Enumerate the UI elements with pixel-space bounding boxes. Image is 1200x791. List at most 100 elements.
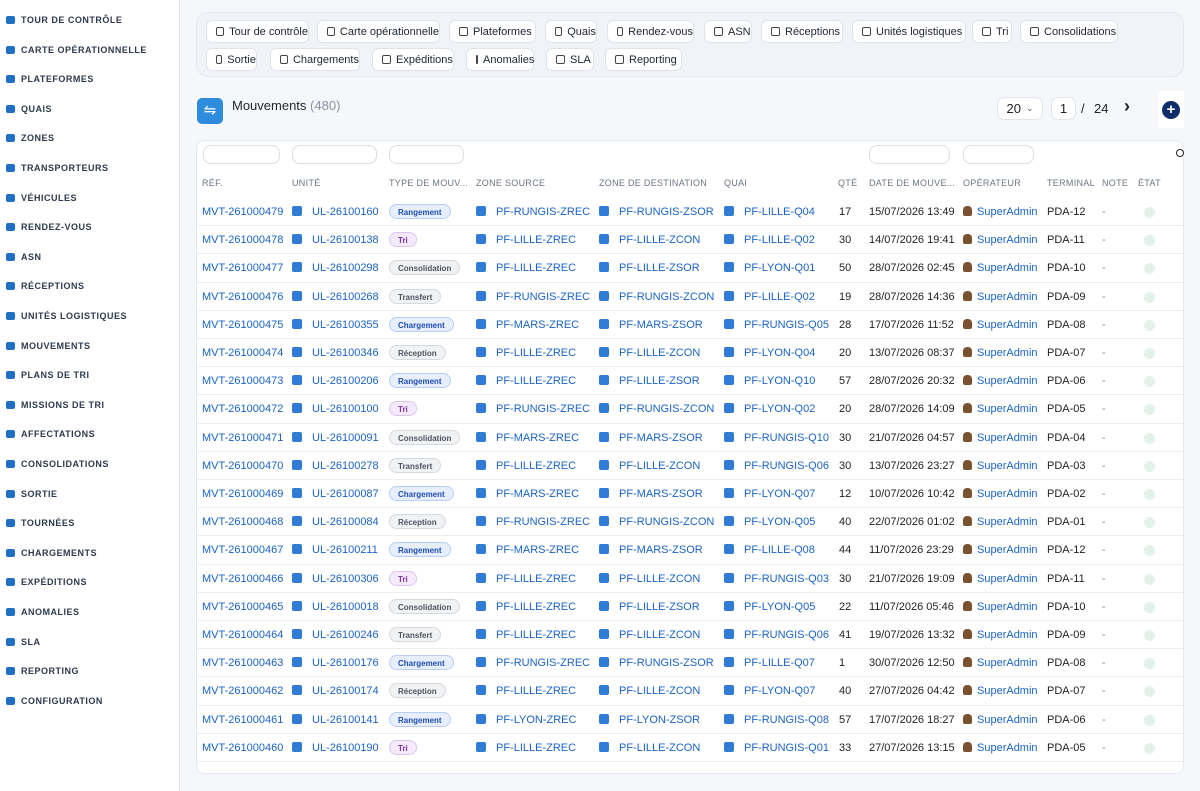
dock-link[interactable]: PF-LYON-Q02 xyxy=(724,395,815,423)
sidebar-item[interactable]: QUAIS xyxy=(6,99,52,119)
sidebar-item[interactable]: RÉCEPTIONS xyxy=(6,276,85,296)
destination-zone-link[interactable]: PF-LILLE-ZSOR xyxy=(599,254,700,282)
ref-link[interactable]: MVT-261000461 xyxy=(202,706,283,734)
destination-zone-link[interactable]: PF-LILLE-ZCON xyxy=(599,565,700,593)
operator-link[interactable]: SuperAdmin xyxy=(963,226,1038,254)
nav-chip[interactable]: Rendez-vous xyxy=(607,20,694,43)
destination-zone-link[interactable]: PF-RUNGIS-ZSOR xyxy=(599,649,714,677)
unit-link[interactable]: UL-26100211 xyxy=(292,536,378,564)
ref-link[interactable]: MVT-261000479 xyxy=(202,198,283,226)
ref-link[interactable]: MVT-261000474 xyxy=(202,339,283,367)
operator-link[interactable]: SuperAdmin xyxy=(963,649,1038,677)
unit-link[interactable]: UL-26100138 xyxy=(292,226,379,254)
operator-link[interactable]: SuperAdmin xyxy=(963,452,1038,480)
sidebar-item[interactable]: UNITÉS LOGISTIQUES xyxy=(6,306,127,326)
unit-link[interactable]: UL-26100084 xyxy=(292,508,379,536)
sidebar-item[interactable]: SORTIE xyxy=(6,484,58,504)
dock-link[interactable]: PF-LYON-Q05 xyxy=(724,593,815,621)
nav-chip[interactable]: Anomalies xyxy=(466,48,534,71)
ref-link[interactable]: MVT-261000467 xyxy=(202,536,283,564)
dock-link[interactable]: PF-LILLE-Q04 xyxy=(724,198,815,226)
source-zone-link[interactable]: PF-LILLE-ZREC xyxy=(476,734,576,762)
sidebar-item[interactable]: PLATEFORMES xyxy=(6,69,94,89)
operator-link[interactable]: SuperAdmin xyxy=(963,508,1038,536)
nav-chip[interactable]: SLA xyxy=(546,48,594,71)
operator-link[interactable]: SuperAdmin xyxy=(963,536,1038,564)
source-zone-link[interactable]: PF-LILLE-ZREC xyxy=(476,339,576,367)
destination-zone-link[interactable]: PF-LILLE-ZCON xyxy=(599,734,700,762)
nav-chip[interactable]: Tour de contrôle xyxy=(206,20,309,43)
destination-zone-link[interactable]: PF-MARS-ZSOR xyxy=(599,311,703,339)
nav-chip[interactable]: Unités logistiques xyxy=(852,20,966,43)
ref-link[interactable]: MVT-261000477 xyxy=(202,254,283,282)
unit-link[interactable]: UL-26100018 xyxy=(292,593,379,621)
operator-link[interactable]: SuperAdmin xyxy=(963,621,1038,649)
add-button[interactable]: + xyxy=(1158,91,1184,128)
filter-unit-input[interactable] xyxy=(292,145,377,164)
source-zone-link[interactable]: PF-RUNGIS-ZREC xyxy=(476,395,590,423)
ref-link[interactable]: MVT-261000465 xyxy=(202,593,283,621)
nav-chip[interactable]: Expéditions xyxy=(372,48,454,71)
unit-link[interactable]: UL-26100246 xyxy=(292,621,379,649)
operator-link[interactable]: SuperAdmin xyxy=(963,283,1038,311)
source-zone-link[interactable]: PF-RUNGIS-ZREC xyxy=(476,283,590,311)
dock-link[interactable]: PF-RUNGIS-Q08 xyxy=(724,706,829,734)
sidebar-item[interactable]: CHARGEMENTS xyxy=(6,543,97,563)
sidebar-item[interactable]: TOURNÉES xyxy=(6,513,75,533)
dock-link[interactable]: PF-LYON-Q01 xyxy=(724,254,815,282)
unit-link[interactable]: UL-26100176 xyxy=(292,649,379,677)
destination-zone-link[interactable]: PF-LILLE-ZCON xyxy=(599,452,700,480)
nav-chip[interactable]: Réceptions xyxy=(761,20,843,43)
destination-zone-link[interactable]: PF-MARS-ZSOR xyxy=(599,536,703,564)
destination-zone-link[interactable]: PF-RUNGIS-ZCON xyxy=(599,395,714,423)
unit-link[interactable]: UL-26100346 xyxy=(292,339,379,367)
destination-zone-link[interactable]: PF-MARS-ZSOR xyxy=(599,480,703,508)
unit-link[interactable]: UL-26100268 xyxy=(292,283,379,311)
page-size-select[interactable]: 20 ⌄ xyxy=(997,97,1043,120)
source-zone-link[interactable]: PF-LILLE-ZREC xyxy=(476,452,576,480)
operator-link[interactable]: SuperAdmin xyxy=(963,734,1038,762)
unit-link[interactable]: UL-26100141 xyxy=(292,706,379,734)
filter-date-input[interactable] xyxy=(869,145,950,164)
operator-link[interactable]: SuperAdmin xyxy=(963,395,1038,423)
dock-link[interactable]: PF-RUNGIS-Q05 xyxy=(724,311,829,339)
next-page-icon[interactable]: › xyxy=(1124,96,1130,117)
unit-link[interactable]: UL-26100190 xyxy=(292,734,379,762)
sidebar-item[interactable]: VÉHICULES xyxy=(6,188,77,208)
destination-zone-link[interactable]: PF-LILLE-ZSOR xyxy=(599,367,700,395)
source-zone-link[interactable]: PF-MARS-ZREC xyxy=(476,536,579,564)
ref-link[interactable]: MVT-261000468 xyxy=(202,508,283,536)
nav-chip[interactable]: Chargements xyxy=(270,48,360,71)
operator-link[interactable]: SuperAdmin xyxy=(963,593,1038,621)
source-zone-link[interactable]: PF-MARS-ZREC xyxy=(476,424,579,452)
nav-chip[interactable]: Quais xyxy=(545,20,597,43)
dock-link[interactable]: PF-RUNGIS-Q03 xyxy=(724,565,829,593)
ref-link[interactable]: MVT-261000472 xyxy=(202,395,283,423)
dock-link[interactable]: PF-RUNGIS-Q01 xyxy=(724,734,829,762)
unit-link[interactable]: UL-26100174 xyxy=(292,677,379,705)
sidebar-item[interactable]: EXPÉDITIONS xyxy=(6,572,87,592)
ref-link[interactable]: MVT-261000475 xyxy=(202,311,283,339)
dock-link[interactable]: PF-LYON-Q05 xyxy=(724,508,815,536)
sidebar-item[interactable]: SLA xyxy=(6,632,41,652)
dock-link[interactable]: PF-LILLE-Q07 xyxy=(724,649,815,677)
dock-link[interactable]: PF-LYON-Q07 xyxy=(724,677,815,705)
nav-chip[interactable]: Consolidations xyxy=(1020,20,1118,43)
dock-link[interactable]: PF-LILLE-Q02 xyxy=(724,226,815,254)
operator-link[interactable]: SuperAdmin xyxy=(963,565,1038,593)
page-number-input[interactable]: 1 xyxy=(1051,97,1076,120)
source-zone-link[interactable]: PF-RUNGIS-ZREC xyxy=(476,649,590,677)
unit-link[interactable]: UL-26100206 xyxy=(292,367,379,395)
dock-link[interactable]: PF-LILLE-Q08 xyxy=(724,536,815,564)
sidebar-item[interactable]: CARTE OPÉRATIONNELLE xyxy=(6,40,147,60)
unit-link[interactable]: UL-26100306 xyxy=(292,565,379,593)
operator-link[interactable]: SuperAdmin xyxy=(963,198,1038,226)
filter-ref-input[interactable] xyxy=(203,145,280,164)
operator-link[interactable]: SuperAdmin xyxy=(963,311,1038,339)
ref-link[interactable]: MVT-261000460 xyxy=(202,734,283,762)
sidebar-item[interactable]: ASN xyxy=(6,247,42,267)
filter-operator-input[interactable] xyxy=(963,145,1034,164)
source-zone-link[interactable]: PF-LILLE-ZREC xyxy=(476,677,576,705)
operator-link[interactable]: SuperAdmin xyxy=(963,706,1038,734)
source-zone-link[interactable]: PF-MARS-ZREC xyxy=(476,480,579,508)
